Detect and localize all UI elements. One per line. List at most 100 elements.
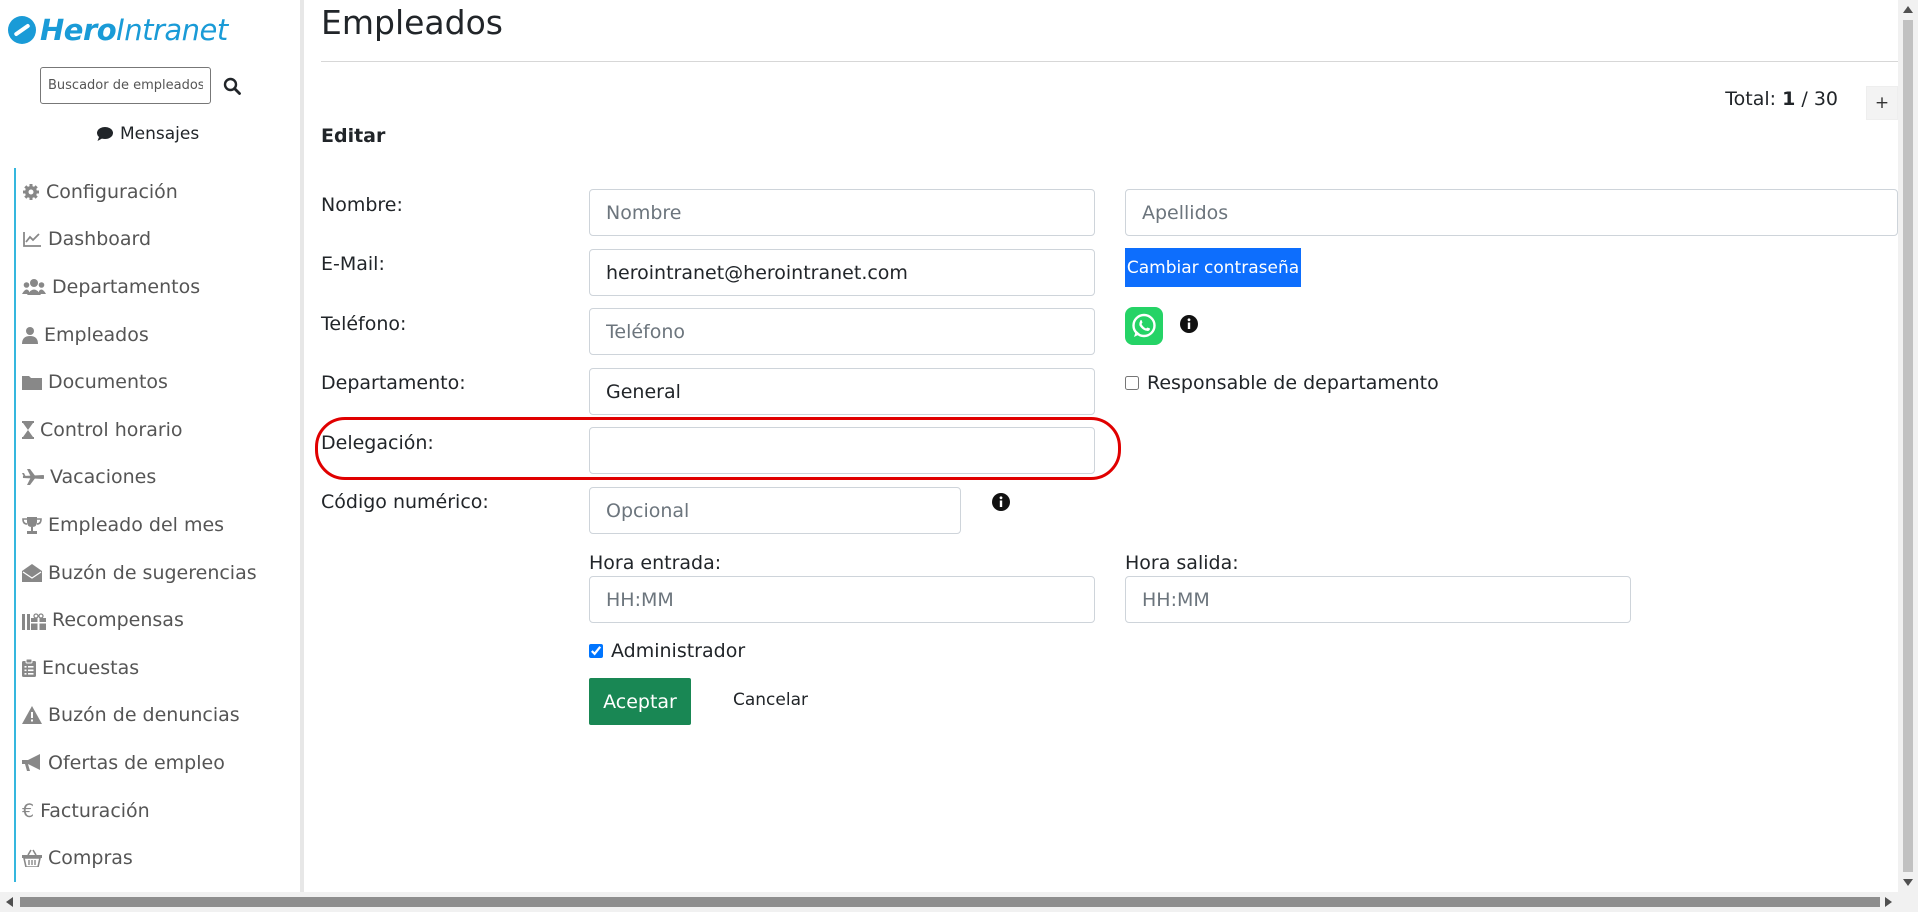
sidebar-item-label: Empleado del mes [48,513,225,536]
gifts-icon [22,613,46,631]
basket-icon [22,849,42,868]
sidebar-item-label: Dashboard [48,228,152,251]
nombre-field[interactable] [589,189,1095,236]
administrador-checkbox-row[interactable]: Administrador [589,640,745,662]
sidebar-item-configuracion[interactable]: Configuración [14,168,294,216]
sidebar-item-compras[interactable]: Compras [14,834,294,882]
horizontal-scroll-thumb[interactable] [20,897,1880,907]
horizontal-scrollbar[interactable] [0,892,1918,912]
sidebar-item-label: Buzón de sugerencias [48,561,257,584]
telefono-info-icon[interactable] [1180,315,1198,333]
scroll-right-icon[interactable] [1885,897,1892,907]
responsable-checkbox[interactable] [1125,376,1139,390]
search-icon[interactable] [217,67,247,104]
sidebar-item-vacaciones[interactable]: Vacaciones [14,453,294,502]
sidebar-item-label: Ofertas de empleo [48,751,225,774]
departamento-field[interactable] [589,368,1095,415]
sidebar-item-label: Encuestas [42,656,140,679]
telefono-label: Teléfono: [321,313,407,335]
total-label: Total: [1725,88,1777,110]
employee-search [40,67,247,104]
codigo-field[interactable] [589,487,961,534]
sidebar-item-label: Compras [48,847,133,870]
delegacion-field[interactable] [589,427,1095,474]
warning-icon [22,706,42,725]
sidebar-item-buzon-denuncias[interactable]: Buzón de denuncias [14,691,294,740]
sidebar-item-dashboard[interactable]: Dashboard [14,215,294,264]
total-separator: / [1801,88,1808,110]
brand-logo[interactable]: Hero Intranet [8,10,228,50]
gear-icon [23,183,39,200]
sidebar-item-label: Recompensas [52,609,184,632]
whatsapp-button[interactable] [1125,307,1163,345]
apellidos-field[interactable] [1125,189,1898,236]
trophy-icon [22,516,42,534]
sidebar-item-departamentos[interactable]: Departamentos [14,263,294,311]
brand-intranet: Intranet [116,13,228,47]
telefono-field[interactable] [589,308,1095,355]
chart-line-icon [23,232,41,248]
hora-salida-label: Hora salida: [1125,552,1239,574]
total-current: 1 [1782,88,1796,110]
brand-hero: Hero [40,13,117,47]
messages-label: Mensajes [120,124,200,144]
main-content: Empleados Total: 1 / 30 + Editar Nombre:… [315,0,1898,892]
user-icon [22,326,38,344]
hora-entrada-label: Hora entrada: [589,552,722,574]
hora-salida-field[interactable] [1125,576,1631,623]
hourglass-icon [22,420,34,439]
vertical-scrollbar[interactable] [1898,0,1918,892]
email-field[interactable] [589,249,1095,296]
sidebar-item-control-horario[interactable]: Control horario [14,405,294,454]
administrador-checkbox[interactable] [589,644,603,658]
sidebar-item-label: Configuración [46,180,178,203]
clipboard-list-icon [22,658,36,677]
scroll-left-icon[interactable] [6,897,13,907]
employee-search-input[interactable] [40,67,211,104]
codigo-label: Código numérico: [321,491,489,513]
sidebar-item-label: Departamentos [52,275,201,298]
plane-icon [22,469,44,486]
messages-link[interactable]: Mensajes [96,124,199,144]
sidebar-item-documentos[interactable]: Documentos [14,358,294,406]
sidebar-item-label: Empleados [44,323,149,346]
change-password-button[interactable]: Cambiar contraseña [1125,248,1301,287]
scroll-up-icon[interactable] [1903,6,1913,13]
responsable-checkbox-row[interactable]: Responsable de departamento [1125,372,1439,394]
accept-button[interactable]: Aceptar [589,678,691,725]
cancel-button[interactable]: Cancelar [733,690,808,710]
logo-mark-icon [8,16,36,44]
total-max: 30 [1813,88,1838,110]
sidebar-item-label: Facturación [40,799,150,822]
sidebar-item-facturacion[interactable]: € Facturación [14,786,294,835]
whatsapp-icon [1132,313,1156,338]
sidebar-item-label: Documentos [48,371,168,394]
departamento-label: Departamento: [321,372,466,394]
administrador-label: Administrador [611,640,746,662]
vertical-scroll-thumb[interactable] [1903,20,1913,872]
section-title: Editar [321,125,386,147]
sidebar-item-empleados[interactable]: Empleados [14,310,294,359]
sidebar-item-label: Buzón de denuncias [48,704,240,727]
users-icon [22,278,46,295]
sidebar-item-encuestas[interactable]: Encuestas [14,643,294,692]
sidebar-item-recompensas[interactable]: Recompensas [14,596,294,644]
sidebar-item-empleado-del-mes[interactable]: Empleado del mes [14,501,294,549]
sidebar-item-buzon-sugerencias[interactable]: Buzón de sugerencias [14,548,294,597]
sidebar-menu: Configuración Dashboard Departamentos Em… [14,168,294,882]
megaphone-icon [22,753,40,771]
delegacion-label: Delegación: [321,432,434,454]
hora-entrada-field[interactable] [589,576,1095,623]
email-label: E-Mail: [321,253,385,275]
sidebar-item-ofertas-empleo[interactable]: Ofertas de empleo [14,739,294,787]
folder-icon [22,376,42,391]
euro-icon: € [22,799,35,822]
add-employee-button[interactable]: + [1866,86,1898,120]
sidebar-item-label: Control horario [40,418,183,441]
responsable-label: Responsable de departamento [1147,372,1439,394]
nombre-label: Nombre: [321,194,403,216]
app-root: Hero Intranet Mensajes Configuración Das… [0,0,1918,912]
codigo-info-icon[interactable] [992,493,1010,511]
scroll-down-icon[interactable] [1903,879,1913,886]
envelope-open-icon [22,563,42,582]
